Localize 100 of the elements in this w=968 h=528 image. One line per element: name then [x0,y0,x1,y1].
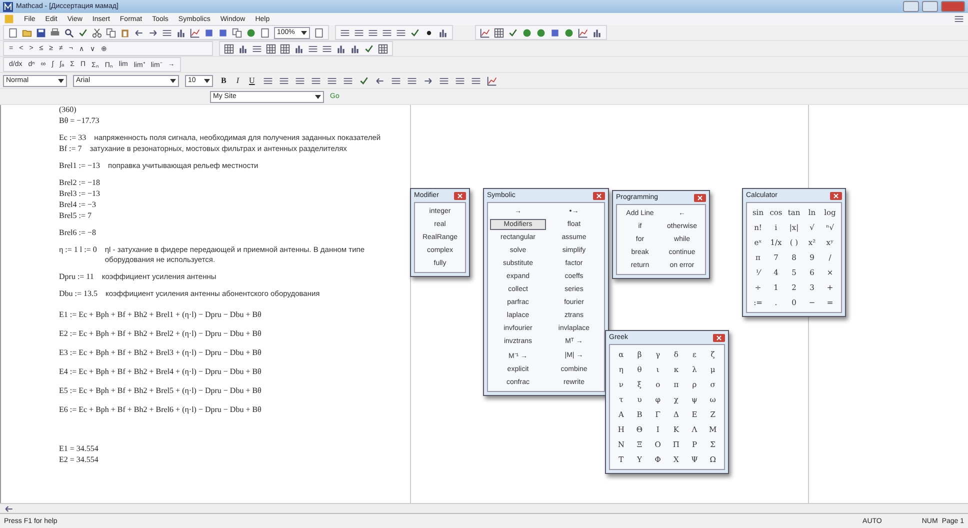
check-icon[interactable] [364,44,374,54]
chart-icon[interactable] [578,28,588,38]
lines-icon[interactable] [294,76,305,86]
arrow-left-icon[interactable] [134,28,144,38]
square-icon[interactable] [550,28,560,38]
grid-icon[interactable] [378,44,388,54]
math-expression: Brel3 := −13 [59,189,100,199]
math-expression: Brel2 := −18 [59,178,100,188]
page-icon[interactable] [260,28,270,38]
close-icon[interactable] [830,192,842,200]
lines-icon[interactable] [390,76,401,86]
lines-icon[interactable] [326,76,337,86]
math-expression: E3 := Ec + Bph + Bf + Bh2 + Brel3 + (η·l) − Dpru − Dbu + Bθ [59,348,262,358]
chart-icon[interactable] [486,76,497,86]
bars-icon[interactable] [336,44,346,54]
circle-icon[interactable] [564,28,574,38]
check-icon[interactable] [508,28,518,38]
caret-icon [315,94,321,98]
math-expression: E2 = 34.554 [59,455,98,465]
lines-icon[interactable] [308,44,318,54]
close-icon[interactable] [713,334,725,342]
format-button[interactable]: U [247,76,257,85]
maximize-button[interactable] [922,1,938,12]
format-button[interactable]: B [219,76,228,85]
page-icon[interactable] [8,28,18,38]
scissors-icon[interactable] [92,28,102,38]
check-icon[interactable] [410,28,420,38]
math-expression: Bf := 7 [59,144,82,154]
page-icon[interactable] [314,28,324,38]
bars-icon[interactable] [592,28,602,38]
magnifier-icon[interactable] [64,28,74,38]
lines-icon[interactable] [368,28,378,38]
math-expression: Ec := 33 [59,133,86,143]
caret-icon [301,30,307,34]
check-icon[interactable] [78,28,88,38]
chart-icon[interactable] [190,28,200,38]
square-icon[interactable] [204,28,214,38]
math-expression: Dpru := 11 [59,272,94,282]
lines-icon[interactable] [310,76,321,86]
grid-icon[interactable] [494,28,504,38]
math-expression: E1 := Ec + Bph + Bf + Bh2 + Brel1 + (η·l) − Dpru − Dbu + Bθ [59,310,262,320]
circle-icon[interactable] [536,28,546,38]
bars-icon[interactable] [438,28,448,38]
check-icon[interactable] [358,76,369,86]
pages-icon[interactable] [106,28,116,38]
arrow-right-icon[interactable] [148,28,158,38]
lines-icon[interactable] [470,76,481,86]
math-expression: E1 = 34.554 [59,444,98,454]
close-icon[interactable] [454,192,466,200]
pages-icon[interactable] [232,28,242,38]
caret-icon [204,78,210,82]
lines-icon[interactable] [262,76,273,86]
lines-icon[interactable] [354,28,364,38]
math-expression: Brel1 := −13 [59,161,100,171]
close-icon[interactable] [694,194,706,202]
chart-icon[interactable] [480,28,490,38]
math-expression: Brel5 := 7 [59,211,92,221]
format-button[interactable]: I [234,76,242,85]
math-expression: (360) [59,105,76,115]
bars-icon[interactable] [350,44,360,54]
math-expression: η := 1 l := 0 [59,245,97,255]
minimize-button[interactable] [903,1,919,12]
lines-icon[interactable] [252,44,262,54]
caret-icon [58,78,64,82]
square-icon[interactable] [218,28,228,38]
math-expression: E5 := Ec + Bph + Bf + Bh2 + Brel5 + (η·l) − Dpru − Dbu + Bθ [59,386,262,396]
bars-icon[interactable] [294,44,304,54]
printer-icon[interactable] [50,28,60,38]
circle-icon[interactable] [246,28,256,38]
lines-icon[interactable] [340,28,350,38]
lines-icon[interactable] [322,44,332,54]
math-expression: Brel6 := −8 [59,228,96,238]
folder-icon[interactable] [22,28,32,38]
lines-icon[interactable] [954,14,964,24]
lines-icon[interactable] [454,76,465,86]
arrow-left-icon[interactable] [4,504,14,514]
grid-icon[interactable] [280,44,290,54]
math-expression: Dbu := 13.5 [59,289,98,299]
bars-icon[interactable] [176,28,186,38]
lines-icon[interactable] [342,76,353,86]
lines-icon[interactable] [382,28,392,38]
bars-icon[interactable] [238,44,248,54]
arrow-left-icon[interactable] [374,76,385,86]
close-icon[interactable] [593,192,605,200]
lines-icon[interactable] [162,28,172,38]
caret-icon [170,78,176,82]
lines-icon[interactable] [396,28,406,38]
arrow-right-icon[interactable] [422,76,433,86]
lines-icon[interactable] [406,76,417,86]
circle-icon[interactable] [522,28,532,38]
lines-icon[interactable] [278,76,289,86]
math-expression: E4 := Ec + Bph + Bf + Bh2 + Brel4 + (η·l) − Dpru − Dbu + Bθ [59,367,262,377]
math-expression: E2 := Ec + Bph + Bf + Bh2 + Brel2 + (η·l) − Dpru − Dbu + Bθ [59,329,262,339]
lines-icon[interactable] [438,76,449,86]
clipboard-icon[interactable] [120,28,130,38]
math-expression: Bθ = −17.73 [59,116,100,126]
math-expression: E6 := Ec + Bph + Bf + Bh2 + Brel6 + (η·l) − Dpru − Dbu + Bθ [59,405,262,415]
grid-icon[interactable] [224,44,234,54]
grid-icon[interactable] [266,44,276,54]
math-expression: Brel4 := −3 [59,200,96,210]
